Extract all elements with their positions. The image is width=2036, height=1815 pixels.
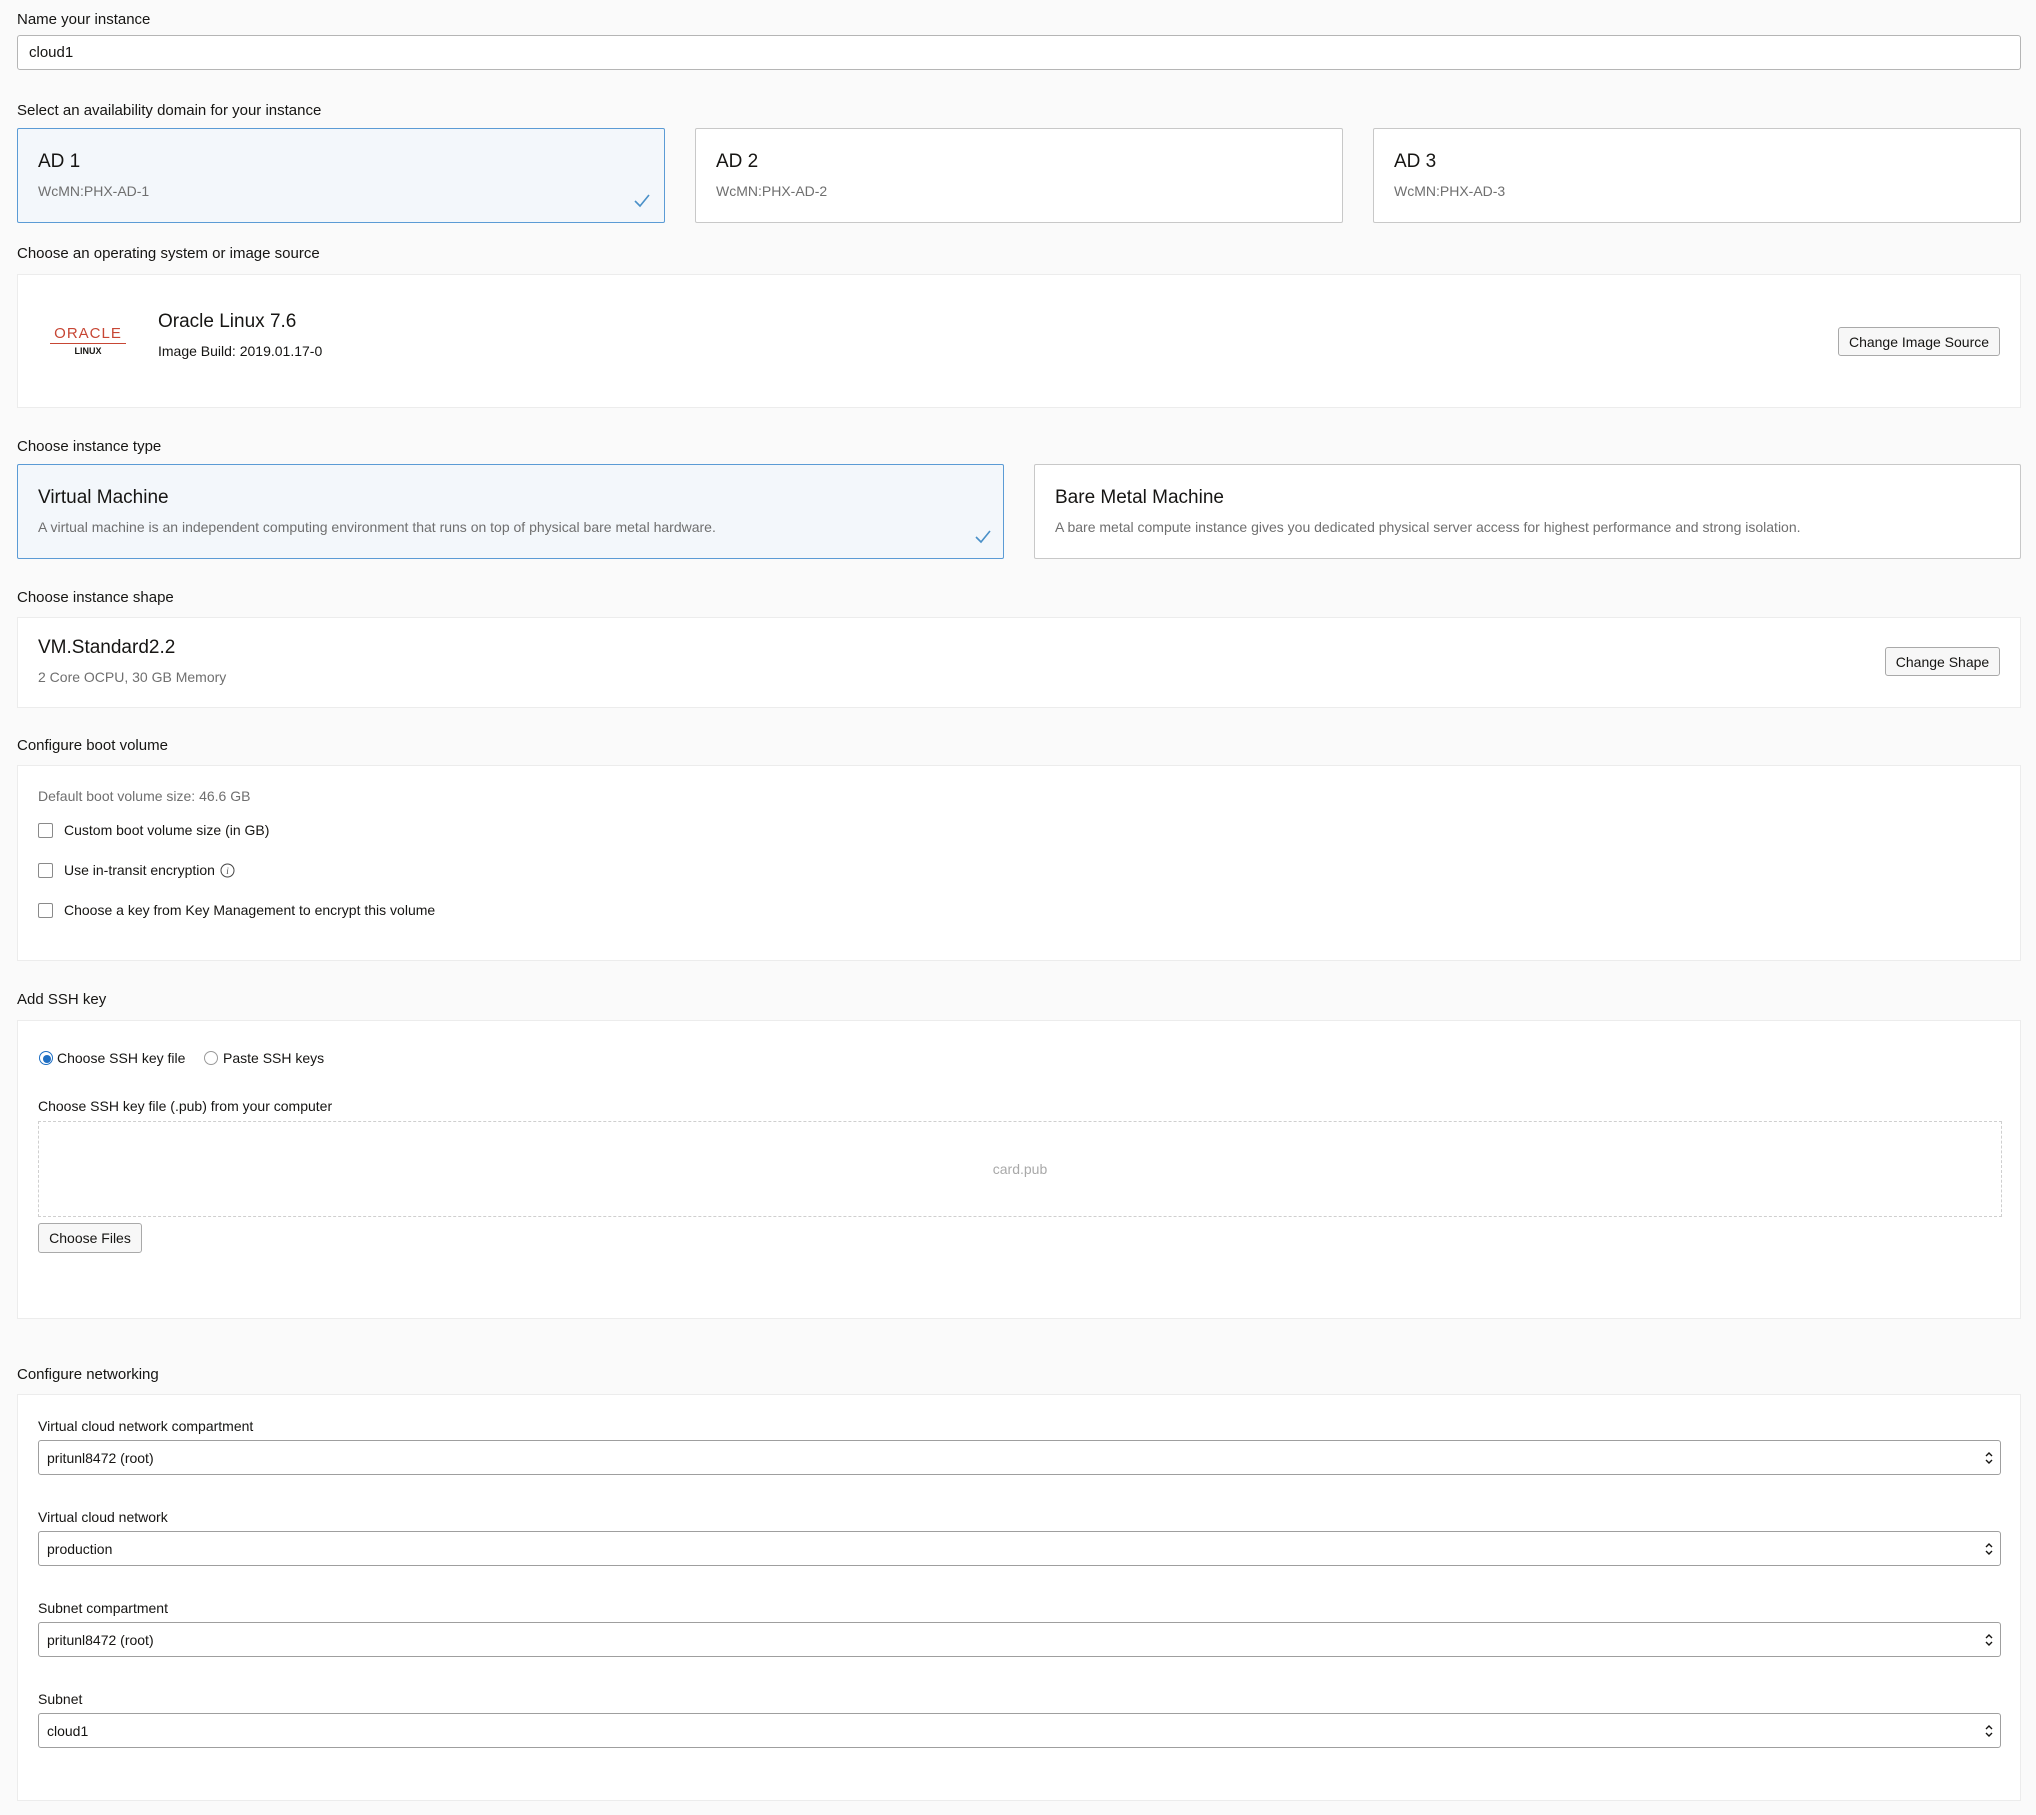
instance-shape-panel: VM.Standard2.2 2 Core OCPU, 30 GB Memory…: [17, 617, 2021, 708]
oracle-linux-logo: ORACLE LINUX: [46, 325, 130, 361]
instance-type-description: A bare metal compute instance gives you …: [1055, 519, 1801, 535]
ssh-key-label: Add SSH key: [17, 991, 107, 1008]
in-transit-encryption-checkbox[interactable]: [38, 863, 53, 878]
subnet-compartment-label: Subnet compartment: [38, 1600, 168, 1616]
info-icon[interactable]: i: [220, 863, 235, 878]
image-name: Oracle Linux 7.6: [158, 311, 297, 332]
checkmark-icon: [634, 194, 650, 208]
vcn-value: production: [47, 1540, 113, 1557]
instance-type-title: Virtual Machine: [38, 487, 169, 508]
shape-details: 2 Core OCPU, 30 GB Memory: [38, 669, 227, 685]
select-arrows-icon: [1985, 1452, 1993, 1464]
ad-card-1[interactable]: AD 1 WcMN:PHX-AD-1: [17, 128, 665, 223]
vcn-compartment-label: Virtual cloud network compartment: [38, 1418, 254, 1434]
instance-type-label: Choose instance type: [17, 438, 162, 455]
subnet-value: cloud1: [47, 1722, 89, 1739]
vcn-select[interactable]: production: [38, 1531, 2001, 1566]
ad-card-3[interactable]: AD 3 WcMN:PHX-AD-3: [1373, 128, 2021, 223]
svg-text:i: i: [226, 866, 229, 876]
ssh-file-dropzone[interactable]: card.pub: [38, 1121, 2002, 1217]
instance-shape-label: Choose instance shape: [17, 589, 174, 606]
choose-ssh-key-file-radio[interactable]: [39, 1051, 53, 1065]
shape-name: VM.Standard2.2: [38, 637, 176, 658]
paste-ssh-keys-radio[interactable]: [204, 1051, 218, 1065]
instance-name-input[interactable]: cloud1: [17, 35, 2021, 70]
custom-boot-volume-checkbox[interactable]: [38, 823, 53, 838]
instance-type-description: A virtual machine is an independent comp…: [38, 519, 716, 535]
choose-ssh-key-file-label: Choose SSH key file: [57, 1050, 186, 1066]
ssh-key-panel: Choose SSH key file Paste SSH keys Choos…: [17, 1020, 2021, 1319]
in-transit-encryption-label: Use in-transit encryption: [64, 862, 215, 878]
key-management-label: Choose a key from Key Management to encr…: [64, 902, 436, 918]
checkmark-icon: [975, 530, 991, 544]
image-build: Image Build: 2019.01.17-0: [158, 343, 323, 359]
subnet-compartment-select[interactable]: pritunl8472 (root): [38, 1622, 2001, 1657]
select-arrows-icon: [1985, 1543, 1993, 1555]
default-boot-volume-size: Default boot volume size: 46.6 GB: [38, 788, 251, 804]
networking-label: Configure networking: [17, 1366, 159, 1383]
dropzone-filename: card.pub: [992, 1161, 1048, 1177]
subnet-select[interactable]: cloud1: [38, 1713, 2001, 1748]
instance-type-title: Bare Metal Machine: [1055, 487, 1224, 508]
vcn-compartment-value: pritunl8472 (root): [47, 1449, 154, 1466]
boot-volume-label: Configure boot volume: [17, 737, 168, 754]
ssh-file-label: Choose SSH key file (.pub) from your com…: [38, 1098, 333, 1114]
select-arrows-icon: [1985, 1634, 1993, 1646]
ad-card-subtitle: WcMN:PHX-AD-3: [1394, 183, 1506, 199]
availability-domain-label: Select an availability domain for your i…: [17, 102, 322, 119]
change-shape-button[interactable]: Change Shape: [1885, 647, 2000, 676]
select-arrows-icon: [1985, 1725, 1993, 1737]
image-source-panel: ORACLE LINUX Oracle Linux 7.6 Image Buil…: [17, 274, 2021, 408]
networking-panel: Virtual cloud network compartment pritun…: [17, 1394, 2021, 1801]
key-management-checkbox[interactable]: [38, 903, 53, 918]
change-image-source-button[interactable]: Change Image Source: [1838, 327, 2000, 356]
vcn-compartment-select[interactable]: pritunl8472 (root): [38, 1440, 2001, 1475]
image-source-label: Choose an operating system or image sour…: [17, 245, 320, 262]
instance-type-virtual-machine[interactable]: Virtual Machine A virtual machine is an …: [17, 464, 1004, 559]
boot-volume-panel: Default boot volume size: 46.6 GB Custom…: [17, 765, 2021, 961]
paste-ssh-keys-label: Paste SSH keys: [223, 1050, 325, 1066]
custom-boot-volume-label: Custom boot volume size (in GB): [64, 822, 270, 838]
ad-card-subtitle: WcMN:PHX-AD-2: [716, 183, 828, 199]
name-section-label: Name your instance: [17, 11, 151, 28]
subnet-compartment-value: pritunl8472 (root): [47, 1631, 154, 1648]
subnet-label: Subnet: [38, 1691, 83, 1707]
ad-card-title: AD 3: [1394, 151, 1437, 172]
ad-card-2[interactable]: AD 2 WcMN:PHX-AD-2: [695, 128, 1343, 223]
ad-card-subtitle: WcMN:PHX-AD-1: [38, 183, 150, 199]
vcn-label: Virtual cloud network: [38, 1509, 168, 1525]
instance-type-bare-metal[interactable]: Bare Metal Machine A bare metal compute …: [1034, 464, 2021, 559]
choose-files-button[interactable]: Choose Files: [38, 1223, 142, 1253]
ad-card-title: AD 1: [38, 151, 81, 172]
ad-card-title: AD 2: [716, 151, 759, 172]
